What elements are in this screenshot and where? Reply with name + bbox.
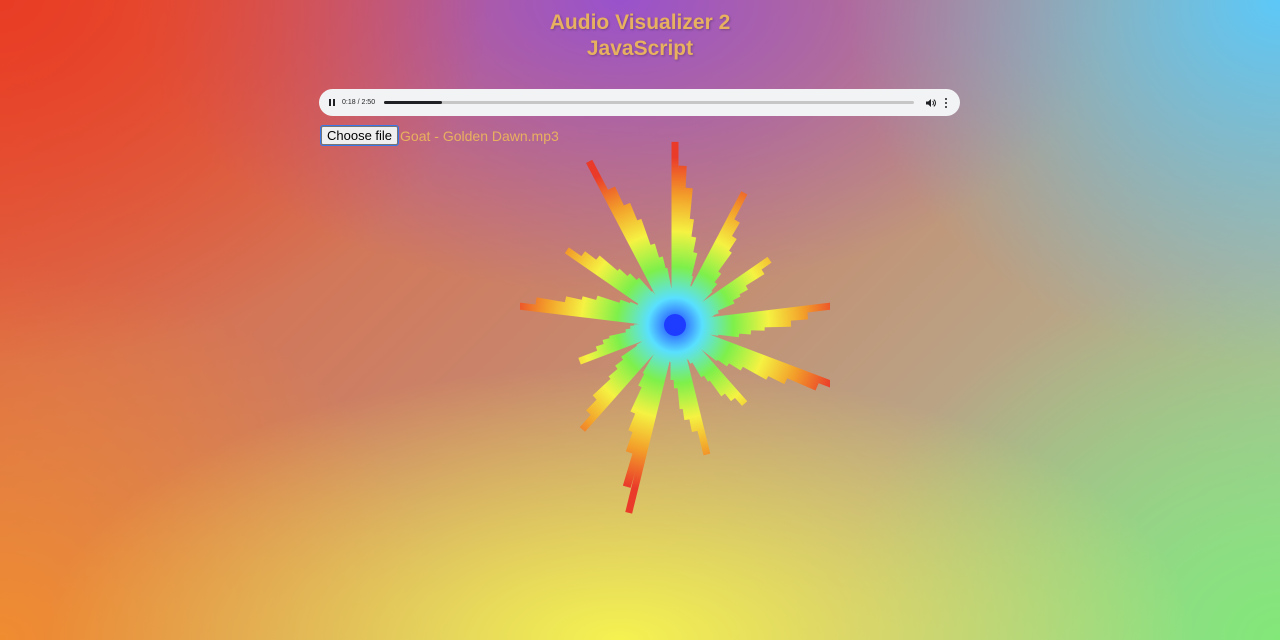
choose-file-button[interactable]: Choose file [319,125,400,146]
title-line-1: Audio Visualizer 2 [549,11,731,34]
visualizer-bars [520,141,830,514]
seek-bar-progress [384,101,443,104]
audio-visualizer-canvas [520,141,830,514]
volume-icon[interactable] [925,97,937,109]
time-display: 0:18 / 2:50 [342,99,376,106]
more-vert-icon[interactable] [943,97,949,109]
title-line-2: JavaScript [586,37,694,60]
visualizer-core [664,314,686,336]
seek-bar[interactable] [384,101,914,104]
pause-icon[interactable] [329,99,335,106]
audio-player[interactable]: 0:18 / 2:50 [319,89,960,116]
page-title: Audio Visualizer 2 JavaScript [0,10,1280,62]
